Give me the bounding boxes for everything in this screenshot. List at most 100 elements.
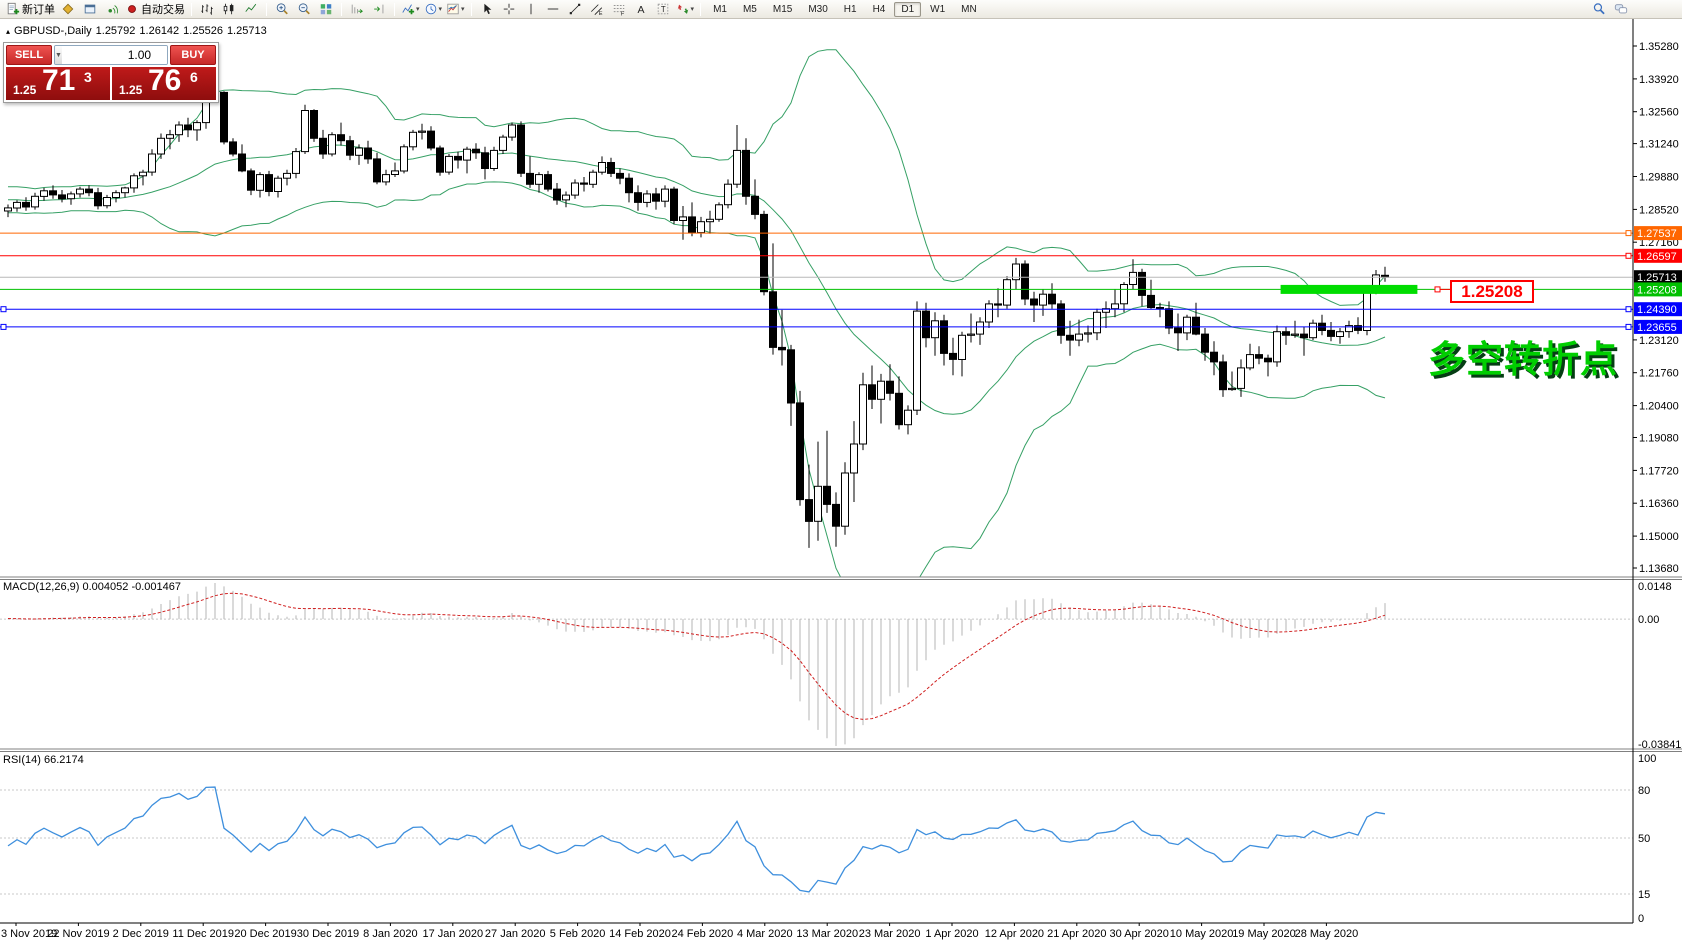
svg-text:1.27537: 1.27537 <box>1637 228 1677 240</box>
chevron-down-icon[interactable]: ▾ <box>439 5 443 13</box>
timeframe-m30[interactable]: M30 <box>801 2 834 17</box>
new-order-button[interactable]: 新订单 <box>4 1 57 18</box>
svg-text:19 May 2020: 19 May 2020 <box>1232 928 1296 940</box>
toolbar-separator <box>341 3 342 16</box>
templates-button[interactable]: ▾ <box>444 1 467 18</box>
timeframe-w1[interactable]: W1 <box>923 2 952 17</box>
date-axis: 3 Nov 201922 Nov 20192 Dec 201911 Dec 20… <box>1 923 1358 940</box>
profile-button[interactable] <box>57 1 79 18</box>
vertical-line-button[interactable] <box>520 1 542 18</box>
turning-point-annotation[interactable]: 多空转折点 <box>1428 329 1618 383</box>
price-callout-label[interactable]: 1.25208 <box>1450 280 1534 303</box>
svg-text:23 Mar 2020: 23 Mar 2020 <box>859 928 921 940</box>
auto-scroll-button[interactable] <box>346 1 368 18</box>
zoom-out-button[interactable] <box>293 1 315 18</box>
chart-window-button[interactable] <box>79 1 101 18</box>
line-chart-type-button[interactable] <box>240 1 262 18</box>
svg-text:14 Feb 2020: 14 Feb 2020 <box>609 928 671 940</box>
svg-text:1.20400: 1.20400 <box>1639 401 1679 413</box>
signals-button[interactable] <box>101 1 123 18</box>
equidistant-channel-icon <box>590 2 604 16</box>
new-order-icon <box>6 2 20 16</box>
autotrade-button[interactable]: 自动交易 <box>123 1 187 18</box>
chevron-down-icon[interactable]: ▾ <box>691 5 695 13</box>
timeframe-h1[interactable]: H1 <box>837 2 864 17</box>
toolbar-separator <box>191 3 192 16</box>
svg-text:0: 0 <box>1638 913 1644 925</box>
trendline-button[interactable] <box>564 1 586 18</box>
arrows-icon <box>676 2 690 16</box>
profile-icon <box>61 2 75 16</box>
chart-canvas[interactable]: 0.01480.00-0.03841510080501501.352801.33… <box>0 19 1682 940</box>
buy-price-sup: 6 <box>190 69 198 85</box>
chat-icon <box>1614 2 1628 16</box>
svg-text:4 Mar 2020: 4 Mar 2020 <box>737 928 793 940</box>
autotrade-icon <box>125 2 139 16</box>
svg-text:10 May 2020: 10 May 2020 <box>1170 928 1234 940</box>
signal-icon <box>105 2 119 16</box>
chat-button[interactable] <box>1610 1 1632 18</box>
volume-decrease-button[interactable]: ▼ <box>55 46 62 64</box>
ohlc-expand-icon[interactable]: ▴ <box>6 27 10 36</box>
panel-separators[interactable] <box>0 577 1682 752</box>
sell-price-big: 71 <box>42 67 75 98</box>
svg-text:1.31240: 1.31240 <box>1639 139 1679 151</box>
search-icon <box>1592 2 1606 16</box>
fibonacci-icon <box>612 2 626 16</box>
rsi-label: RSI(14) <box>3 754 41 766</box>
buy-price-box[interactable]: 1.25 76 6 <box>112 67 216 100</box>
svg-text:0.00: 0.00 <box>1638 614 1659 626</box>
svg-text:1.21760: 1.21760 <box>1639 368 1679 380</box>
horizontal-line-button[interactable] <box>542 1 564 18</box>
cursor-button[interactable] <box>476 1 498 18</box>
trend-segment[interactable] <box>1281 285 1418 294</box>
fibonacci-button[interactable] <box>608 1 630 18</box>
text-button[interactable] <box>630 1 652 18</box>
indicators-icon <box>401 2 415 16</box>
chart-shift-button[interactable] <box>368 1 390 18</box>
chart-area[interactable]: 0.01480.00-0.03841510080501501.352801.33… <box>0 19 1682 940</box>
svg-text:12 Apr 2020: 12 Apr 2020 <box>985 928 1044 940</box>
horizontal-line-icon <box>546 2 560 16</box>
volume-input[interactable] <box>62 46 168 64</box>
toolbar-separator <box>700 3 701 16</box>
svg-text:8 Jan 2020: 8 Jan 2020 <box>363 928 417 940</box>
svg-text:20 Dec 2019: 20 Dec 2019 <box>234 928 296 940</box>
svg-text:21 Apr 2020: 21 Apr 2020 <box>1047 928 1106 940</box>
toolbar: 新订单 自动交易 ▾ ▾ ▾ ▾ M1M5M15M30H1H4D1W1MN <box>0 0 1682 19</box>
macd-value: 0.004052 <box>82 581 128 593</box>
bar-chart-type-button[interactable] <box>196 1 218 18</box>
chevron-down-icon[interactable]: ▾ <box>416 5 420 13</box>
text-label-button[interactable] <box>652 1 674 18</box>
tile-windows-button[interactable] <box>315 1 337 18</box>
timeframe-mn[interactable]: MN <box>954 2 984 17</box>
timeframe-m5[interactable]: M5 <box>736 2 764 17</box>
rsi-label-row: RSI(14) 66.2174 <box>3 754 84 766</box>
candles-layer <box>5 49 1389 548</box>
zoom-out-icon <box>297 2 311 16</box>
callout-anchor <box>1435 287 1450 292</box>
timeframe-h4[interactable]: H4 <box>866 2 893 17</box>
periods-button[interactable]: ▾ <box>422 1 445 18</box>
timeframe-m15[interactable]: M15 <box>766 2 799 17</box>
periods-icon <box>424 2 438 16</box>
candlestick-chart-type-button[interactable] <box>218 1 240 18</box>
buy-price-big: 76 <box>148 67 181 98</box>
svg-text:2 Dec 2019: 2 Dec 2019 <box>113 928 169 940</box>
search-button[interactable] <box>1588 1 1610 18</box>
indicators-button[interactable]: ▾ <box>399 1 422 18</box>
chevron-down-icon[interactable]: ▾ <box>461 5 465 13</box>
timeframe-m1[interactable]: M1 <box>706 2 734 17</box>
crosshair-button[interactable] <box>498 1 520 18</box>
horizontal-price-lines[interactable] <box>0 231 1633 330</box>
zoom-in-button[interactable] <box>271 1 293 18</box>
arrows-button[interactable]: ▾ <box>674 1 697 18</box>
chart-open: 1.25792 <box>96 25 136 37</box>
sell-price-box[interactable]: 1.25 71 3 <box>6 67 110 100</box>
svg-text:13 Mar 2020: 13 Mar 2020 <box>796 928 858 940</box>
timeframe-d1[interactable]: D1 <box>894 2 921 17</box>
svg-text:5 Feb 2020: 5 Feb 2020 <box>550 928 606 940</box>
buy-button[interactable]: BUY <box>170 45 216 65</box>
equidistant-channel-button[interactable] <box>586 1 608 18</box>
sell-button[interactable]: SELL <box>6 45 52 65</box>
